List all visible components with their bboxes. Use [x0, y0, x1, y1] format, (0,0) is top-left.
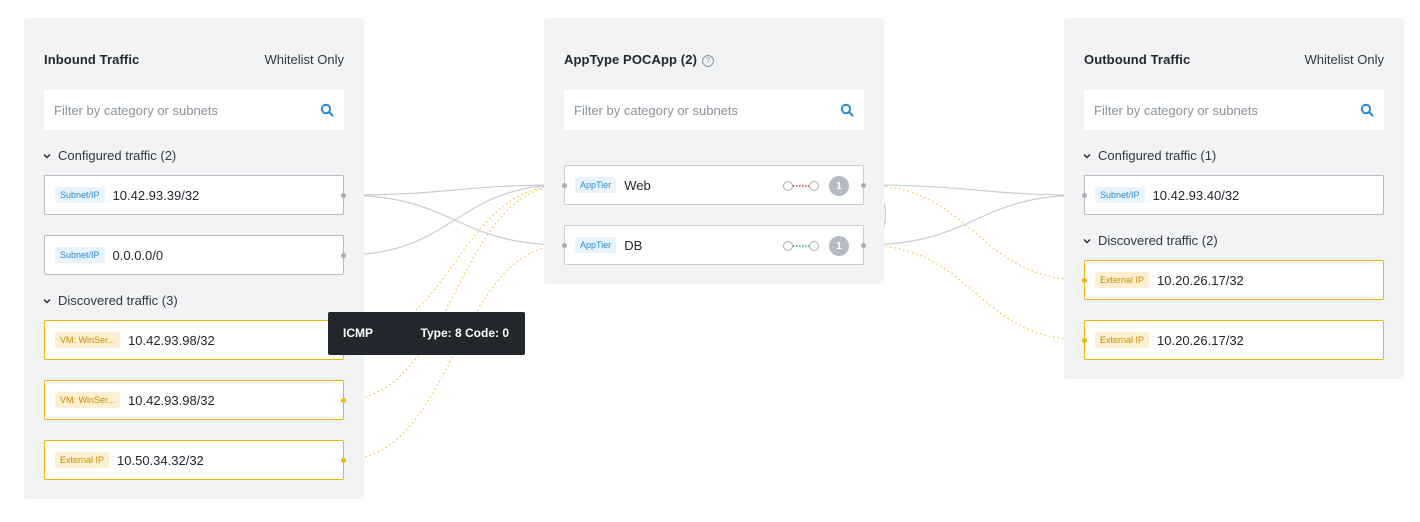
- inbound-discovered-row[interactable]: VM: WinSer... 10.42.93.98/32: [44, 380, 344, 420]
- app-tier-web[interactable]: AppTier Web 1: [564, 165, 864, 205]
- tier-count-badge[interactable]: 1: [829, 236, 849, 256]
- connector-dot: [341, 458, 346, 463]
- apptier-tag: AppTier: [575, 177, 617, 193]
- inbound-configured-row[interactable]: Subnet/IP 0.0.0.0/0: [44, 235, 344, 275]
- inbound-discovered-row[interactable]: External IP 10.50.34.32/32: [44, 440, 344, 480]
- connector-dot: [861, 243, 866, 248]
- outbound-configured-section[interactable]: Configured traffic (1): [1082, 148, 1216, 163]
- row-value: 10.20.26.17/32: [1157, 272, 1244, 288]
- row-value: 10.50.34.32/32: [117, 452, 204, 468]
- inbound-title: Inbound Traffic: [44, 52, 140, 67]
- row-value: 0.0.0.0/0: [112, 247, 164, 263]
- external-ip-tag: External IP: [55, 452, 110, 468]
- vm-tag: VM: WinSer...: [55, 332, 121, 348]
- subnet-tag: Subnet/IP: [55, 247, 105, 263]
- search-icon[interactable]: [1360, 103, 1374, 117]
- inbound-configured-row[interactable]: Subnet/IP 10.42.93.39/32: [44, 175, 344, 215]
- connector-dot: [341, 193, 346, 198]
- outbound-search-input[interactable]: [1094, 90, 1334, 130]
- subnet-tag: Subnet/IP: [1095, 187, 1145, 203]
- apptier-tag: AppTier: [575, 237, 617, 253]
- outbound-discovered-label: Discovered traffic (2): [1098, 233, 1218, 248]
- chevron-down-icon: [1083, 238, 1091, 243]
- chevron-down-icon: [43, 153, 51, 158]
- row-value: 10.42.93.98/32: [128, 392, 215, 408]
- intra-tier-link-icon[interactable]: [783, 239, 819, 253]
- connector-dot: [562, 183, 567, 188]
- outbound-title: Outbound Traffic: [1084, 52, 1191, 67]
- outbound-search: [1084, 90, 1384, 130]
- inbound-discovered-row[interactable]: VM: WinSer... 10.42.93.98/32: [44, 320, 344, 360]
- help-icon[interactable]: ?: [702, 54, 714, 67]
- connector-dot: [1082, 278, 1087, 283]
- inbound-traffic-panel: Inbound Traffic Whitelist Only Configure…: [24, 18, 364, 499]
- outbound-mode[interactable]: Whitelist Only: [1305, 52, 1384, 67]
- outbound-configured-row[interactable]: Subnet/IP 10.42.93.40/32: [1084, 175, 1384, 215]
- inbound-search-input[interactable]: [54, 90, 294, 130]
- outbound-configured-label: Configured traffic (1): [1098, 148, 1217, 163]
- outbound-traffic-panel: Outbound Traffic Whitelist Only Configur…: [1064, 18, 1404, 379]
- tooltip-protocol: ICMP: [343, 326, 373, 340]
- external-ip-tag: External IP: [1095, 272, 1150, 288]
- connector-dot: [1082, 193, 1087, 198]
- chevron-down-icon: [43, 298, 51, 303]
- external-ip-tag: External IP: [1095, 332, 1150, 348]
- app-title: AppType POCApp (2)?: [564, 52, 714, 67]
- inbound-mode[interactable]: Whitelist Only: [265, 52, 344, 67]
- intra-tier-link-icon[interactable]: [783, 179, 819, 193]
- row-value: 10.20.26.17/32: [1157, 332, 1244, 348]
- tier-count-badge[interactable]: 1: [829, 176, 849, 196]
- tier-name: DB: [624, 237, 643, 253]
- app-search: [564, 90, 864, 130]
- row-value: 10.42.93.39/32: [112, 187, 200, 203]
- row-value: 10.42.93.98/32: [128, 332, 215, 348]
- outbound-discovered-row[interactable]: External IP 10.20.26.17/32: [1084, 320, 1384, 360]
- app-tier-db[interactable]: AppTier DB 1: [564, 225, 864, 265]
- inbound-search: [44, 90, 344, 130]
- tier-name: Web: [624, 177, 651, 193]
- connector-dot: [562, 243, 567, 248]
- inbound-configured-label: Configured traffic (2): [58, 148, 177, 163]
- inbound-discovered-section[interactable]: Discovered traffic (3): [42, 293, 178, 308]
- chevron-down-icon: [1083, 153, 1091, 158]
- app-title-text: AppType POCApp (2): [564, 52, 697, 67]
- app-search-input[interactable]: [574, 90, 814, 130]
- vm-tag: VM: WinSer...: [55, 392, 121, 408]
- tooltip-detail: Type: 8 Code: 0: [420, 326, 509, 340]
- row-value: 10.42.93.40/32: [1152, 187, 1240, 203]
- connector-dot: [1082, 338, 1087, 343]
- connector-dot: [861, 183, 866, 188]
- inbound-configured-section[interactable]: Configured traffic (2): [42, 148, 176, 163]
- connector-dot: [341, 398, 346, 403]
- outbound-discovered-section[interactable]: Discovered traffic (2): [1082, 233, 1218, 248]
- outbound-discovered-row[interactable]: External IP 10.20.26.17/32: [1084, 260, 1384, 300]
- app-type-panel: AppType POCApp (2)? AppTier Web 1 AppTie…: [544, 18, 884, 284]
- search-icon[interactable]: [320, 103, 334, 117]
- protocol-tooltip: ICMP Type: 8 Code: 0: [328, 312, 525, 355]
- search-icon[interactable]: [840, 103, 854, 117]
- connector-dot: [341, 253, 346, 258]
- inbound-discovered-label: Discovered traffic (3): [58, 293, 178, 308]
- subnet-tag: Subnet/IP: [55, 187, 105, 203]
